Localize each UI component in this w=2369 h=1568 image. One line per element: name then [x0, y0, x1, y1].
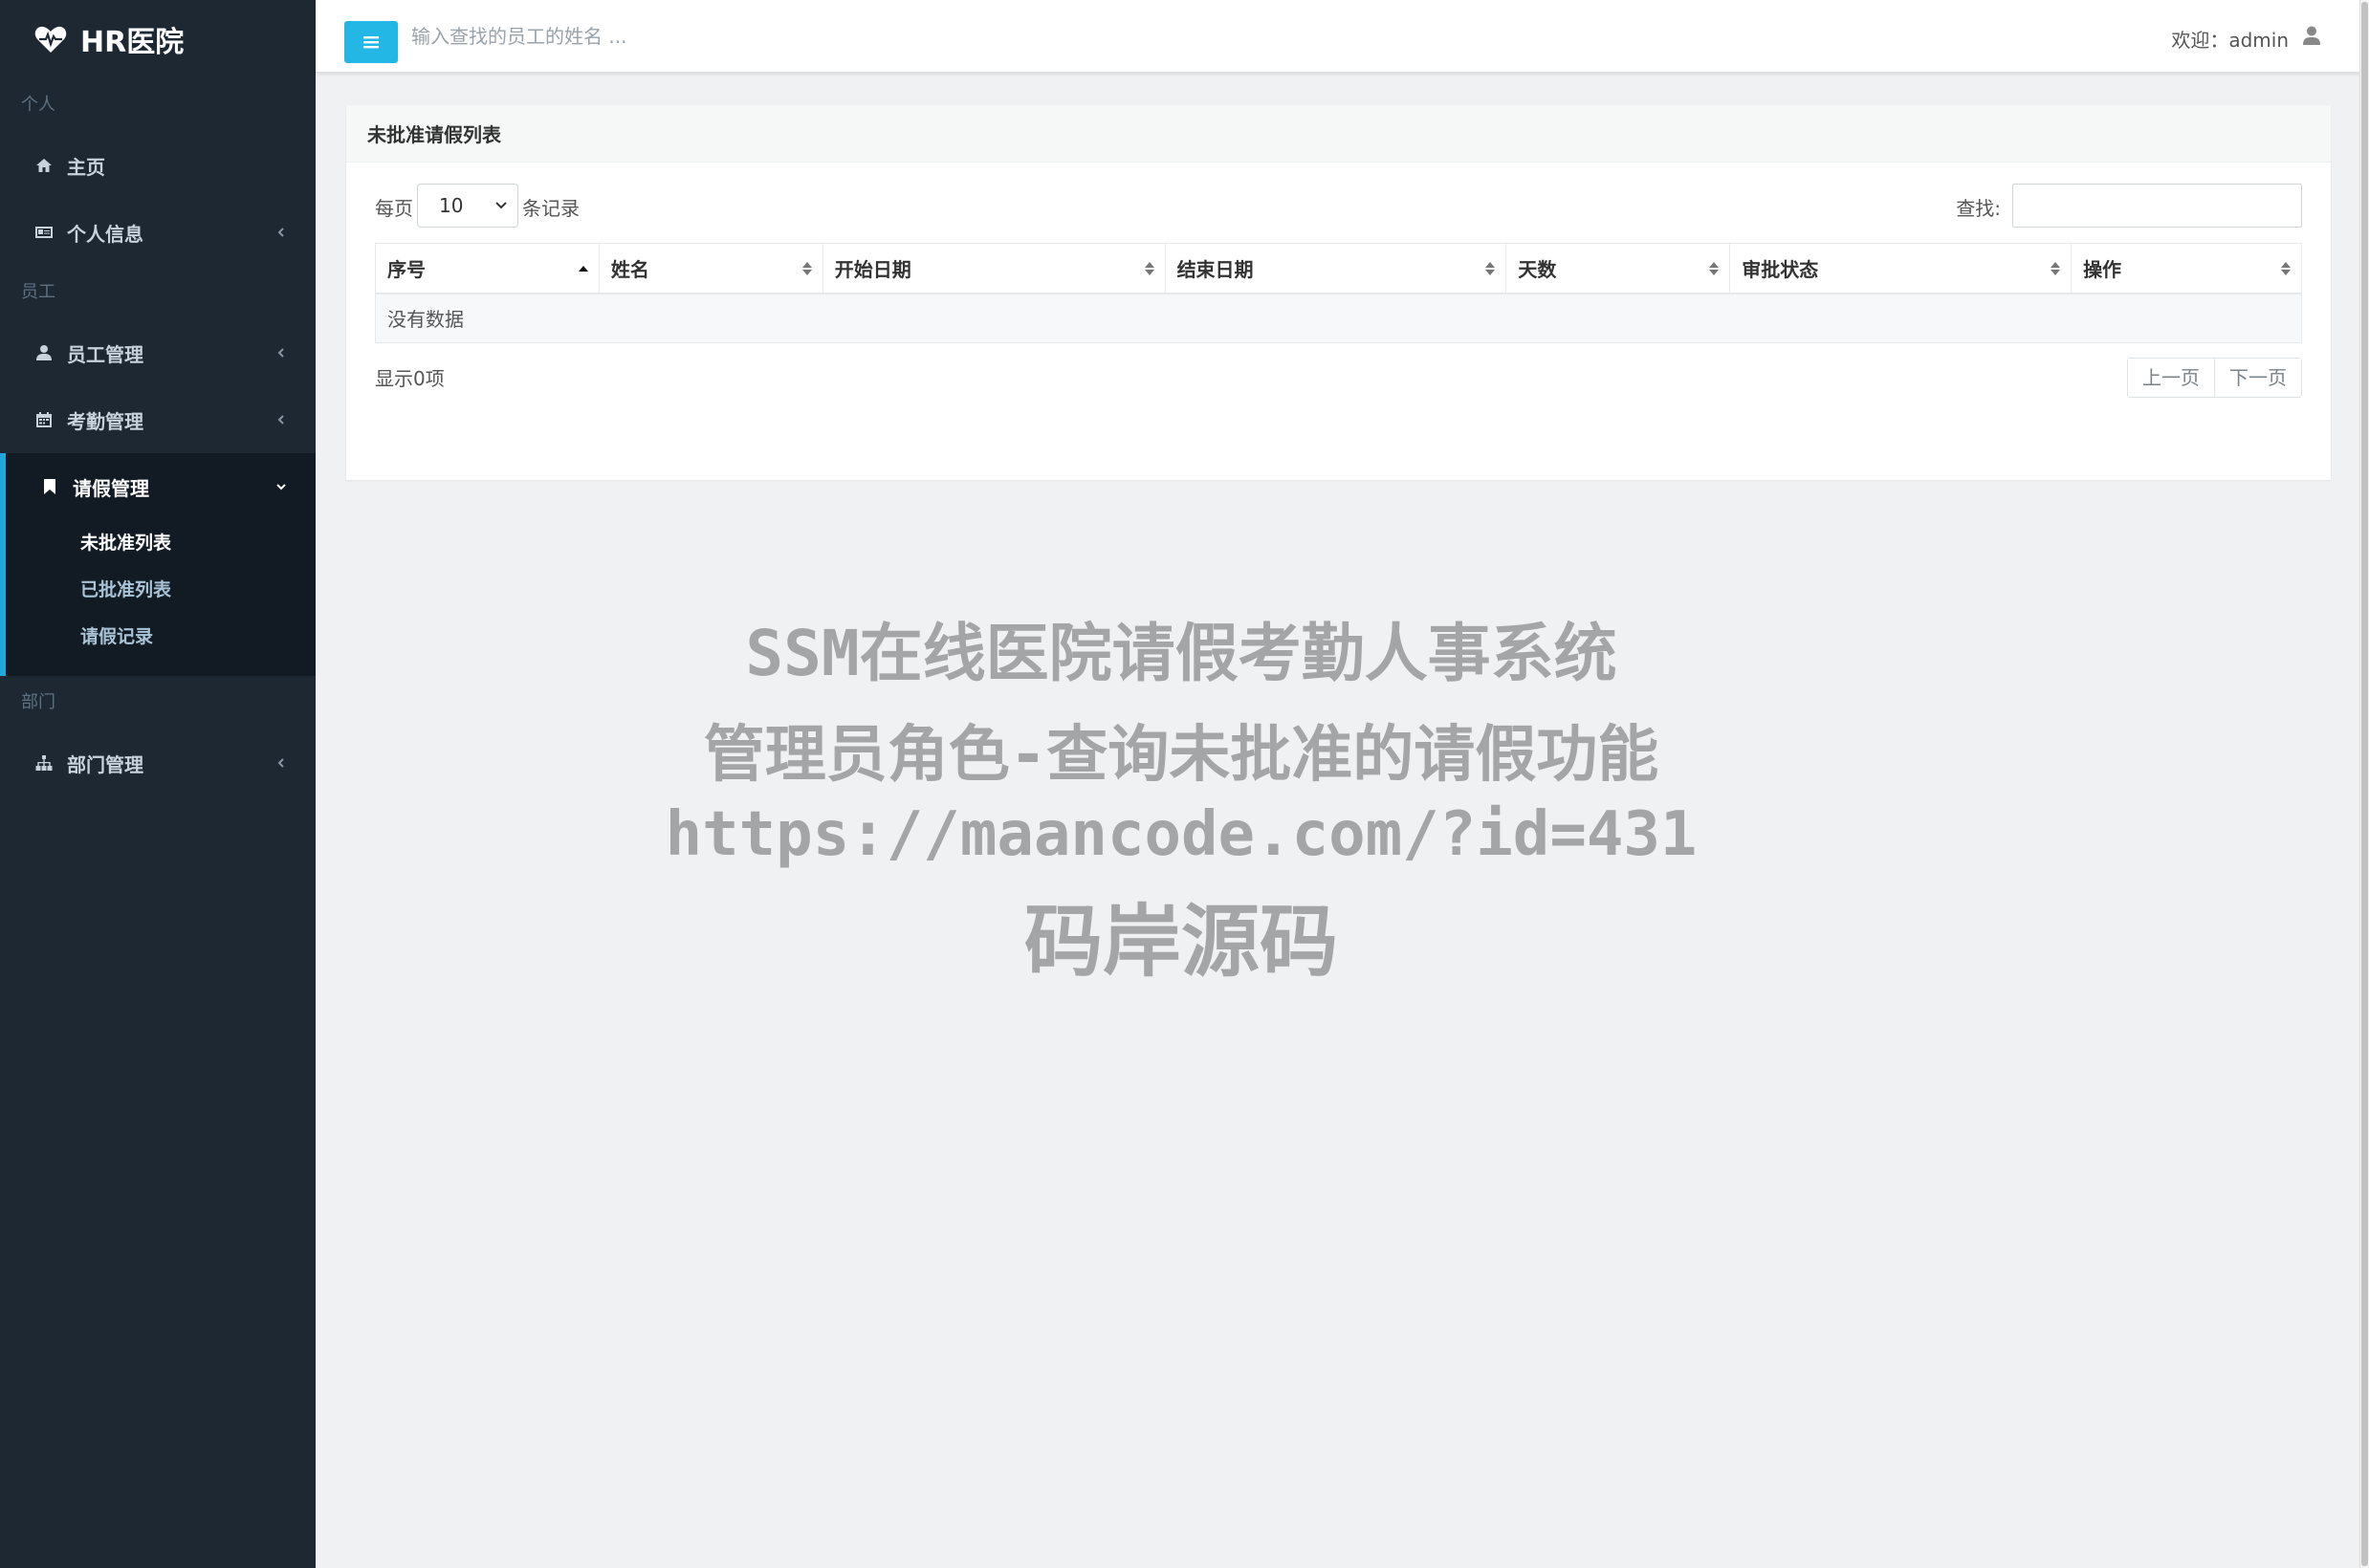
- column-header-label: 审批状态: [1742, 257, 1819, 281]
- sort-icon: [2051, 262, 2061, 275]
- calendar-icon: [36, 412, 52, 427]
- sidebar-item-home[interactable]: 主页: [0, 132, 316, 199]
- column-header-label: 天数: [1518, 257, 1557, 281]
- brand[interactable]: HR医院: [0, 0, 316, 78]
- table-header-row: 序号 姓名 开始日期 结束日期 天数 审批状态 操作: [375, 243, 2302, 294]
- sort-icon: [801, 262, 812, 275]
- sidebar-subitem-approved[interactable]: 已批准列表: [6, 567, 316, 614]
- watermark-line-1: SSM在线医院请假考勤人事系统: [745, 617, 1617, 690]
- user-icon: [36, 345, 52, 360]
- chevron-left-icon: [277, 415, 284, 425]
- sort-icon: [2281, 262, 2291, 275]
- sidebar-item-label: 请假管理: [73, 476, 149, 500]
- sidebar-item-label: 主页: [67, 155, 105, 179]
- page-length-select[interactable]: 10: [417, 184, 518, 228]
- sidebar-group-leave: 请假管理 未批准列表 已批准列表 请假记录: [0, 453, 316, 676]
- sidebar-item-label: 个人信息: [67, 222, 143, 246]
- section-label-personal: 个人: [21, 95, 55, 115]
- column-header-days[interactable]: 天数: [1505, 243, 1731, 294]
- sidebar-item-employee-mgmt[interactable]: 员工管理: [0, 319, 316, 386]
- leave-list-panel: 未批准请假列表 每页 10 条记录 查找: 序号 姓名 开始日期 结束日期 天数…: [346, 105, 2331, 480]
- chevron-down-icon: [276, 484, 286, 490]
- column-header-status[interactable]: 审批状态: [1729, 243, 2073, 294]
- column-header-end-date[interactable]: 结束日期: [1164, 243, 1507, 294]
- chevron-left-icon: [277, 348, 284, 358]
- sidebar-item-label: 员工管理: [67, 342, 143, 366]
- page-length-value: 10: [439, 194, 464, 217]
- column-header-label: 结束日期: [1176, 257, 1254, 281]
- sidebar-item-label: 部门管理: [67, 752, 143, 776]
- sort-icon: [1485, 262, 1496, 275]
- column-header-name[interactable]: 姓名: [598, 243, 823, 294]
- column-header-label: 序号: [387, 257, 426, 281]
- sidebar-item-leave-mgmt[interactable]: 请假管理: [6, 453, 316, 520]
- section-label-staff: 员工: [21, 282, 55, 302]
- table-info: 显示0项: [375, 367, 445, 390]
- heartbeat-icon: [34, 26, 67, 53]
- watermark-line-4: 码岸源码: [1023, 897, 1338, 988]
- sidebar-item-dept-mgmt[interactable]: 部门管理: [0, 730, 316, 796]
- chevron-left-icon: [277, 228, 284, 237]
- menu-toggle-button[interactable]: [344, 21, 398, 63]
- empty-table-cell: 没有数据: [375, 293, 2302, 343]
- column-header-index[interactable]: 序号: [375, 243, 600, 294]
- page-length-prefix: 每页: [375, 197, 413, 220]
- bookmark-icon: [44, 479, 55, 494]
- column-header-label: 操作: [2083, 257, 2122, 281]
- id-card-icon: [35, 227, 53, 238]
- sitemap-icon: [35, 755, 53, 771]
- sidebar-item-label: 考勤管理: [67, 409, 143, 433]
- filter-input[interactable]: [2012, 184, 2302, 228]
- column-header-start-date[interactable]: 开始日期: [822, 243, 1166, 294]
- sort-icon: [1144, 262, 1154, 275]
- sidebar-subitem-records[interactable]: 请假记录: [6, 614, 316, 661]
- home-icon: [36, 159, 52, 172]
- leave-table: 序号 姓名 开始日期 结束日期 天数 审批状态 操作 没有数据: [375, 243, 2302, 343]
- table-row: 没有数据: [375, 293, 2302, 343]
- chevron-down-icon: [495, 202, 507, 209]
- sidebar-item-attendance-mgmt[interactable]: 考勤管理: [0, 386, 316, 453]
- column-header-label: 姓名: [610, 257, 649, 281]
- hamburger-icon: [363, 36, 379, 49]
- table-controls: 每页 10 条记录 查找:: [375, 184, 2302, 228]
- leave-submenu: 未批准列表 已批准列表 请假记录: [6, 520, 316, 676]
- employee-search-input[interactable]: [411, 17, 985, 55]
- prev-page-button[interactable]: 上一页: [2128, 359, 2214, 397]
- watermark-line-2: 管理员角色-查询未批准的请假功能: [703, 720, 1659, 791]
- welcome-text: 欢迎：admin: [2171, 29, 2289, 52]
- section-label-dept: 部门: [21, 692, 55, 712]
- user-icon[interactable]: [2302, 25, 2321, 46]
- brand-title: HR医院: [80, 26, 185, 59]
- sidebar-subitem-unapproved[interactable]: 未批准列表: [6, 520, 316, 567]
- pagination: 上一页 下一页: [2127, 358, 2302, 398]
- topbar: 欢迎：admin: [316, 0, 2369, 73]
- panel-title: 未批准请假列表: [346, 105, 2331, 163]
- page-length-suffix: 条记录: [522, 197, 580, 220]
- sort-asc-icon: [578, 266, 588, 272]
- chevron-left-icon: [277, 758, 284, 768]
- window-scrollbar[interactable]: [2359, 0, 2369, 1568]
- column-header-label: 开始日期: [834, 257, 911, 281]
- next-page-button[interactable]: 下一页: [2214, 359, 2301, 397]
- column-header-action[interactable]: 操作: [2071, 243, 2302, 294]
- sort-icon: [1709, 262, 1720, 275]
- sidebar: HR医院 个人 主页 个人信息 员工 员工管理 考勤管理 请假管理 未批准列表 …: [0, 0, 316, 1568]
- sidebar-item-profile[interactable]: 个人信息: [0, 199, 316, 266]
- scrollbar-thumb[interactable]: [2361, 2, 2368, 1566]
- watermark-line-3: https://maancode.com/?id=431: [665, 799, 1698, 870]
- filter-label: 查找:: [1956, 197, 2001, 220]
